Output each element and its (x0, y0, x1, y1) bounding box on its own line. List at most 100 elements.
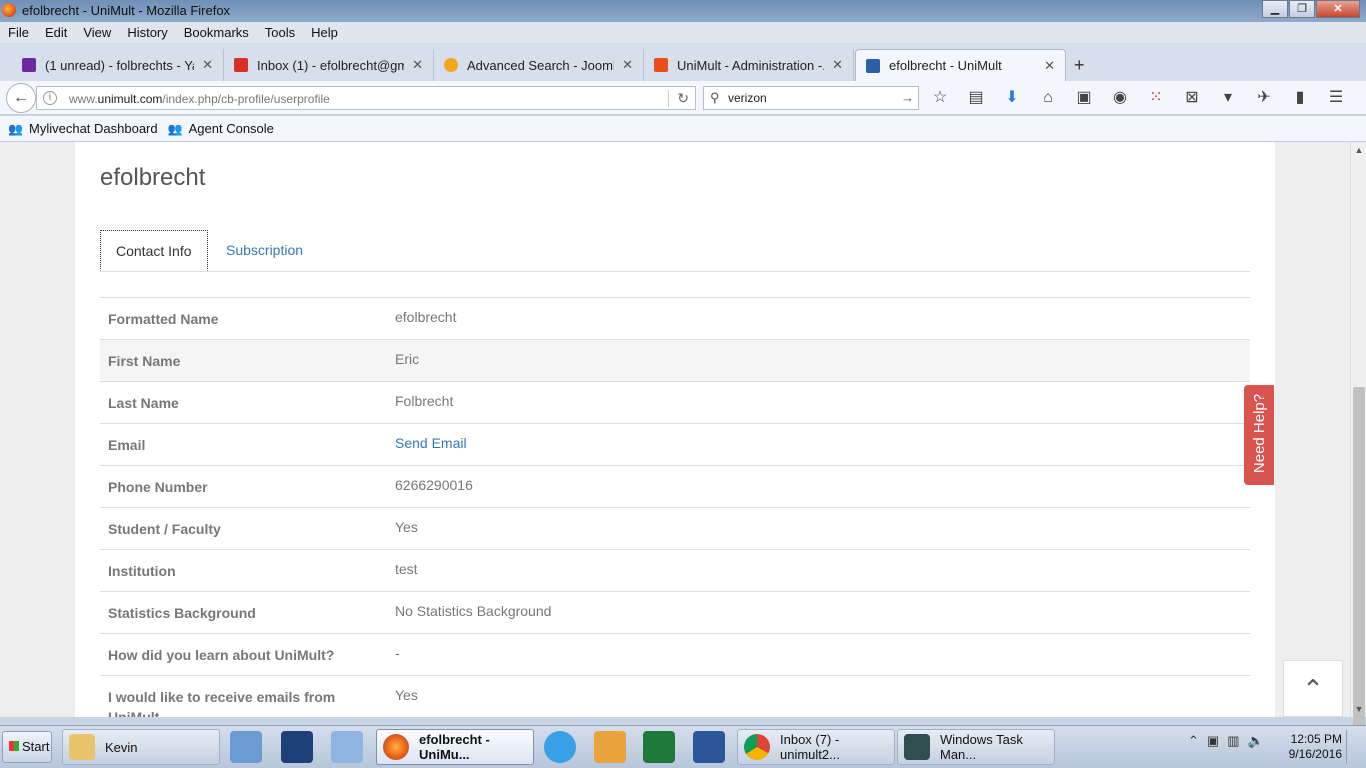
menu-view[interactable]: View (75, 25, 119, 40)
url-bar[interactable]: i www.unimult.com/index.php/cb-profile/u… (36, 86, 696, 110)
field-label: I would like to receive emails from UniM… (108, 689, 336, 717)
bookmark-star-icon[interactable]: ☆ (930, 88, 950, 108)
close-tab-icon[interactable]: ✕ (622, 57, 633, 73)
search-input[interactable] (728, 90, 888, 106)
tab-subscription[interactable]: Subscription (211, 230, 318, 271)
gmail-icon (234, 58, 248, 72)
field-value: Yes (395, 519, 418, 535)
page-scrollbar[interactable]: ▲ ▼ (1350, 142, 1366, 767)
need-help-label: Need Help? (1251, 393, 1268, 474)
field-label: Institution (108, 563, 176, 579)
table-row: I would like to receive emails from UniM… (100, 675, 1250, 717)
joomla-icon (444, 58, 458, 72)
word-icon[interactable] (693, 731, 725, 763)
table-row: Email Send Email (100, 423, 1250, 465)
firefox-logo-icon (2, 3, 16, 17)
home-icon[interactable]: ⌂ (1038, 88, 1058, 108)
back-button[interactable]: ← (6, 83, 36, 113)
menu-history[interactable]: History (119, 25, 175, 40)
excel-icon[interactable] (643, 731, 675, 763)
extension-counter-icon[interactable]: ⁙ (1146, 88, 1166, 108)
close-tab-icon[interactable]: ✕ (412, 57, 423, 73)
tab-contact-info[interactable]: Contact Info (100, 230, 208, 271)
network-icon[interactable]: ▥ (1227, 733, 1239, 749)
tray-expand-icon[interactable]: ⌃ (1188, 733, 1199, 749)
bookmark-mylivechat[interactable]: 👥 Mylivechat Dashboard (8, 121, 158, 136)
table-row: Institution test (100, 549, 1250, 591)
field-label: How did you learn about UniMult? (108, 647, 335, 663)
taskbar-item-kevin[interactable]: Kevin (62, 729, 220, 765)
tab-gmail[interactable]: Inbox (1) - efolbrecht@gm... ✕ (224, 49, 434, 81)
firefox-icon (383, 734, 409, 760)
checkmark-app-icon[interactable] (281, 731, 313, 763)
close-window-button[interactable]: ✕ (1316, 0, 1360, 18)
scroll-up-arrow-icon[interactable]: ▲ (1351, 142, 1366, 158)
search-bar[interactable]: ⚲ → (703, 86, 919, 110)
menu-tools[interactable]: Tools (257, 25, 303, 40)
media-player-icon[interactable] (230, 731, 262, 763)
tab-yahoo-mail[interactable]: (1 unread) - folbrechts - Ya... ✕ (12, 49, 224, 81)
window-title: efolbrecht - UniMult - Mozilla Firefox (22, 3, 231, 18)
field-label: Statistics Background (108, 605, 256, 621)
windows-logo-icon (9, 741, 19, 751)
taskbar-item-firefox[interactable]: efolbrecht - UniMu... (376, 729, 534, 765)
tab-label: efolbrecht - UniMult (889, 58, 1002, 73)
close-tab-icon[interactable]: ✕ (832, 57, 843, 73)
download-icon[interactable]: ⬇ (1002, 88, 1022, 108)
menu-edit[interactable]: Edit (37, 25, 75, 40)
window-title-bar: efolbrecht - UniMult - Mozilla Firefox ▁… (0, 0, 1366, 22)
menu-bar: File Edit View History Bookmarks Tools H… (0, 22, 1366, 43)
addon-tool-icon[interactable]: ✈ (1254, 88, 1274, 108)
table-row: First Name Eric (100, 339, 1250, 381)
sidebar-icon[interactable]: ▮ (1290, 88, 1310, 108)
bookmark-agent-console[interactable]: 👥 Agent Console (168, 121, 274, 136)
taskbar-item-task-manager[interactable]: Windows Task Man... (897, 729, 1055, 765)
minimize-button[interactable]: ▁ (1262, 0, 1288, 18)
field-label: First Name (108, 353, 181, 369)
chat-icon[interactable]: ◉ (1110, 88, 1130, 108)
start-button[interactable]: Start (2, 731, 52, 763)
send-email-link[interactable]: Send Email (395, 435, 467, 451)
field-value: - (395, 645, 400, 661)
tab-unimult-admin[interactable]: UniMult - Administration -... ✕ (644, 49, 854, 81)
taskbar-item-chrome[interactable]: Inbox (7) - unimult2... (737, 729, 895, 765)
new-tab-icon[interactable]: + (1074, 55, 1085, 76)
field-label: Formatted Name (108, 311, 219, 327)
menu-bookmarks[interactable]: Bookmarks (176, 25, 257, 40)
addon-dropdown-icon[interactable]: ▾ (1218, 88, 1238, 108)
tab-joomla-search[interactable]: Advanced Search - Joomla... ✕ (434, 49, 644, 81)
clock[interactable]: 12:05 PM 9/16/2016 (1284, 732, 1342, 762)
close-tab-icon[interactable]: ✕ (1044, 58, 1055, 74)
url-text[interactable]: www.unimult.com/index.php/cb-profile/use… (69, 92, 330, 106)
task-manager-icon (904, 734, 930, 760)
close-tab-icon[interactable]: ✕ (202, 57, 213, 73)
pocket-icon[interactable]: ▣ (1074, 88, 1094, 108)
show-desktop-button[interactable] (1346, 730, 1362, 764)
folder-icon (69, 734, 95, 760)
table-row: Student / Faculty Yes (100, 507, 1250, 549)
scroll-down-arrow-icon[interactable]: ▼ (1351, 701, 1366, 717)
outlook-icon[interactable] (594, 731, 626, 763)
internet-explorer-icon[interactable] (544, 731, 576, 763)
menu-help[interactable]: Help (303, 25, 346, 40)
tab-unimult-profile[interactable]: efolbrecht - UniMult ✕ (855, 49, 1066, 81)
need-help-button[interactable]: Need Help? (1244, 385, 1274, 485)
hamburger-menu-icon[interactable]: ☰ (1326, 88, 1346, 108)
clock-date: 9/16/2016 (1288, 747, 1342, 761)
reading-list-icon[interactable]: ▤ (966, 88, 986, 108)
reload-icon[interactable]: ↻ (668, 90, 689, 107)
addon-block-icon[interactable]: ⊠ (1182, 88, 1202, 108)
search-go-icon[interactable]: → (901, 90, 914, 105)
site-info-icon[interactable]: i (43, 91, 57, 105)
table-row: Formatted Name efolbrecht (100, 297, 1250, 339)
virtualbox-icon[interactable] (331, 731, 363, 763)
field-value: Folbrecht (395, 393, 454, 409)
scroll-to-top-button[interactable]: ⌃ (1283, 660, 1343, 717)
maximize-button[interactable]: ❐ (1289, 0, 1315, 18)
volume-icon[interactable]: 🔈 (1248, 733, 1264, 749)
menu-file[interactable]: File (0, 25, 37, 40)
table-row: Phone Number 6266290016 (100, 465, 1250, 507)
field-value: test (395, 561, 418, 577)
yahoo-mail-icon (22, 58, 36, 72)
tray-device-icon[interactable]: ▣ (1207, 733, 1219, 749)
